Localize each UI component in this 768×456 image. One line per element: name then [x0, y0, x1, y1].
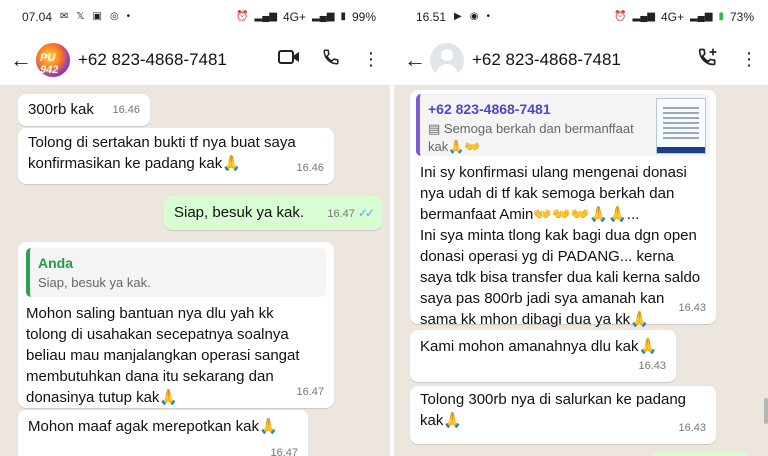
right-screenshot: 16.51 ▶ ◉ • ⏰ ▂▄▆ 4G+ ▂▄▆ ▮ 73% ← +62 82…: [394, 0, 768, 456]
media-notification-icon: ▶: [454, 11, 462, 22]
signal-icon-2: ▂▄▆: [311, 11, 335, 22]
outgoing-bubble-peek: [650, 452, 750, 456]
message-text: Ini sy konfirmasi ulang mengenai donasi …: [420, 164, 701, 328]
message-text: Kami mohon amanahnya dlu kak🙏: [420, 338, 658, 355]
status-bar: 16.51 ▶ ◉ • ⏰ ▂▄▆ 4G+ ▂▄▆ ▮ 73%: [394, 0, 768, 34]
media-notification-icon: ▣: [92, 11, 102, 22]
network-type: 4G+: [660, 10, 684, 24]
record-notification-icon: ◉: [469, 11, 479, 22]
message-time: 16.46: [112, 104, 140, 116]
alarm-icon: ⏰: [236, 11, 249, 22]
arrow-back-icon[interactable]: ←: [404, 47, 426, 73]
battery-level: 73%: [729, 10, 754, 24]
signal-icon-2: ▂▄▆: [689, 11, 713, 22]
message-bubble[interactable]: Tolong di sertakan bukti tf nya buat say…: [18, 128, 334, 184]
message-text: Mohon maaf agak merepotkan kak🙏: [28, 418, 278, 435]
message-text: Tolong di sertakan bukti tf nya buat say…: [28, 134, 296, 172]
message-text: Mohon saling bantuan nya dlu yah kk tolo…: [26, 305, 300, 406]
message-bubble-outgoing[interactable]: Siap, besuk ya kak. 16.47 ✓✓: [164, 196, 382, 230]
message-time: 16.47: [270, 447, 298, 456]
signal-icon: ▂▄▆: [254, 11, 277, 22]
signal-icon: ▂▄▆: [632, 11, 655, 22]
quote-author: +62 823-4868-7481: [428, 101, 551, 117]
arrow-back-icon[interactable]: ←: [10, 47, 32, 73]
message-bubble[interactable]: Anda Siap, besuk ya kak. Mohon saling ba…: [18, 242, 334, 408]
quoted-message[interactable]: Anda Siap, besuk ya kak.: [26, 248, 326, 297]
message-time: 16.43: [678, 422, 706, 434]
status-time: 16.51: [416, 10, 447, 24]
document-thumbnail[interactable]: [656, 98, 706, 154]
scrollbar-thumb[interactable]: [764, 398, 768, 424]
message-time: 16.43: [638, 360, 666, 372]
phone-icon[interactable]: [322, 48, 340, 71]
avatar[interactable]: [430, 42, 464, 77]
chat-area: +62 823-4868-7481 ▤ Semoga berkah dan be…: [394, 86, 768, 456]
avatar[interactable]: PU 942: [36, 42, 70, 77]
message-time: 16.47 ✓✓: [327, 203, 375, 225]
quote-text: ▤ Semoga berkah dan bermanffaat kak🙏👐: [428, 120, 646, 156]
contact-name[interactable]: +62 823-4868-7481: [472, 50, 676, 70]
battery-level: 99%: [351, 10, 376, 24]
battery-charging-icon: ▮: [718, 11, 724, 22]
more-vert-icon[interactable]: ⋮: [362, 49, 380, 70]
chat-header: ← PU 942 +62 823-4868-7481 ⋮: [0, 34, 390, 86]
more-notifications-icon: •: [126, 11, 131, 22]
avatar-logo-text: PU 942: [40, 51, 59, 76]
message-time: 16.46: [296, 162, 324, 174]
add-call-icon[interactable]: [698, 47, 718, 72]
instagram-notification-icon: ◎: [109, 11, 119, 22]
message-time: 16.43: [678, 302, 706, 314]
more-vert-icon[interactable]: ⋮: [740, 49, 758, 70]
read-ticks-icon: ✓✓: [357, 206, 375, 220]
message-text: Tolong 300rb nya di salurkan ke padang k…: [420, 391, 687, 429]
message-bubble[interactable]: Tolong 300rb nya di salurkan ke padang k…: [410, 386, 716, 444]
message-bubble[interactable]: 300rb kak 16.46: [18, 94, 150, 126]
chat-header: ← +62 823-4868-7481 ⋮: [394, 34, 768, 86]
message-time: 16.47: [296, 386, 324, 398]
document-icon: ▤: [428, 121, 444, 136]
video-call-icon[interactable]: [278, 49, 300, 70]
mail-notification-icon: ✉: [60, 11, 69, 22]
x-notification-icon: 𝕏: [76, 11, 85, 22]
contact-name[interactable]: +62 823-4868-7481: [78, 50, 256, 70]
quote-author: Anda: [38, 255, 73, 271]
message-bubble[interactable]: Kami mohon amanahnya dlu kak🙏 16.43: [410, 330, 676, 382]
quoted-message[interactable]: +62 823-4868-7481 ▤ Semoga berkah dan be…: [416, 94, 710, 156]
status-bar: 07.04 ✉ 𝕏 ▣ ◎ • ⏰ ▂▄▆ 4G+ ▂▄▆ ▮ 99%: [0, 0, 390, 34]
status-time: 07.04: [22, 10, 53, 24]
quote-text: Siap, besuk ya kak.: [38, 275, 151, 290]
message-bubble[interactable]: +62 823-4868-7481 ▤ Semoga berkah dan be…: [410, 90, 716, 328]
network-type: 4G+: [282, 10, 306, 24]
alarm-icon: ⏰: [614, 11, 627, 22]
message-bubble[interactable]: Mohon maaf agak merepotkan kak🙏 16.47: [18, 410, 308, 456]
chat-area: 300rb kak 16.46 Tolong di sertakan bukti…: [0, 86, 390, 456]
more-notifications-icon: •: [486, 11, 490, 22]
quote-text-value: Semoga berkah dan bermanffaat kak🙏👐: [428, 121, 634, 154]
left-screenshot: 07.04 ✉ 𝕏 ▣ ◎ • ⏰ ▂▄▆ 4G+ ▂▄▆ ▮ 99% ← PU…: [0, 0, 390, 456]
battery-icon: ▮: [340, 11, 346, 22]
time-value: 16.47: [327, 208, 355, 220]
